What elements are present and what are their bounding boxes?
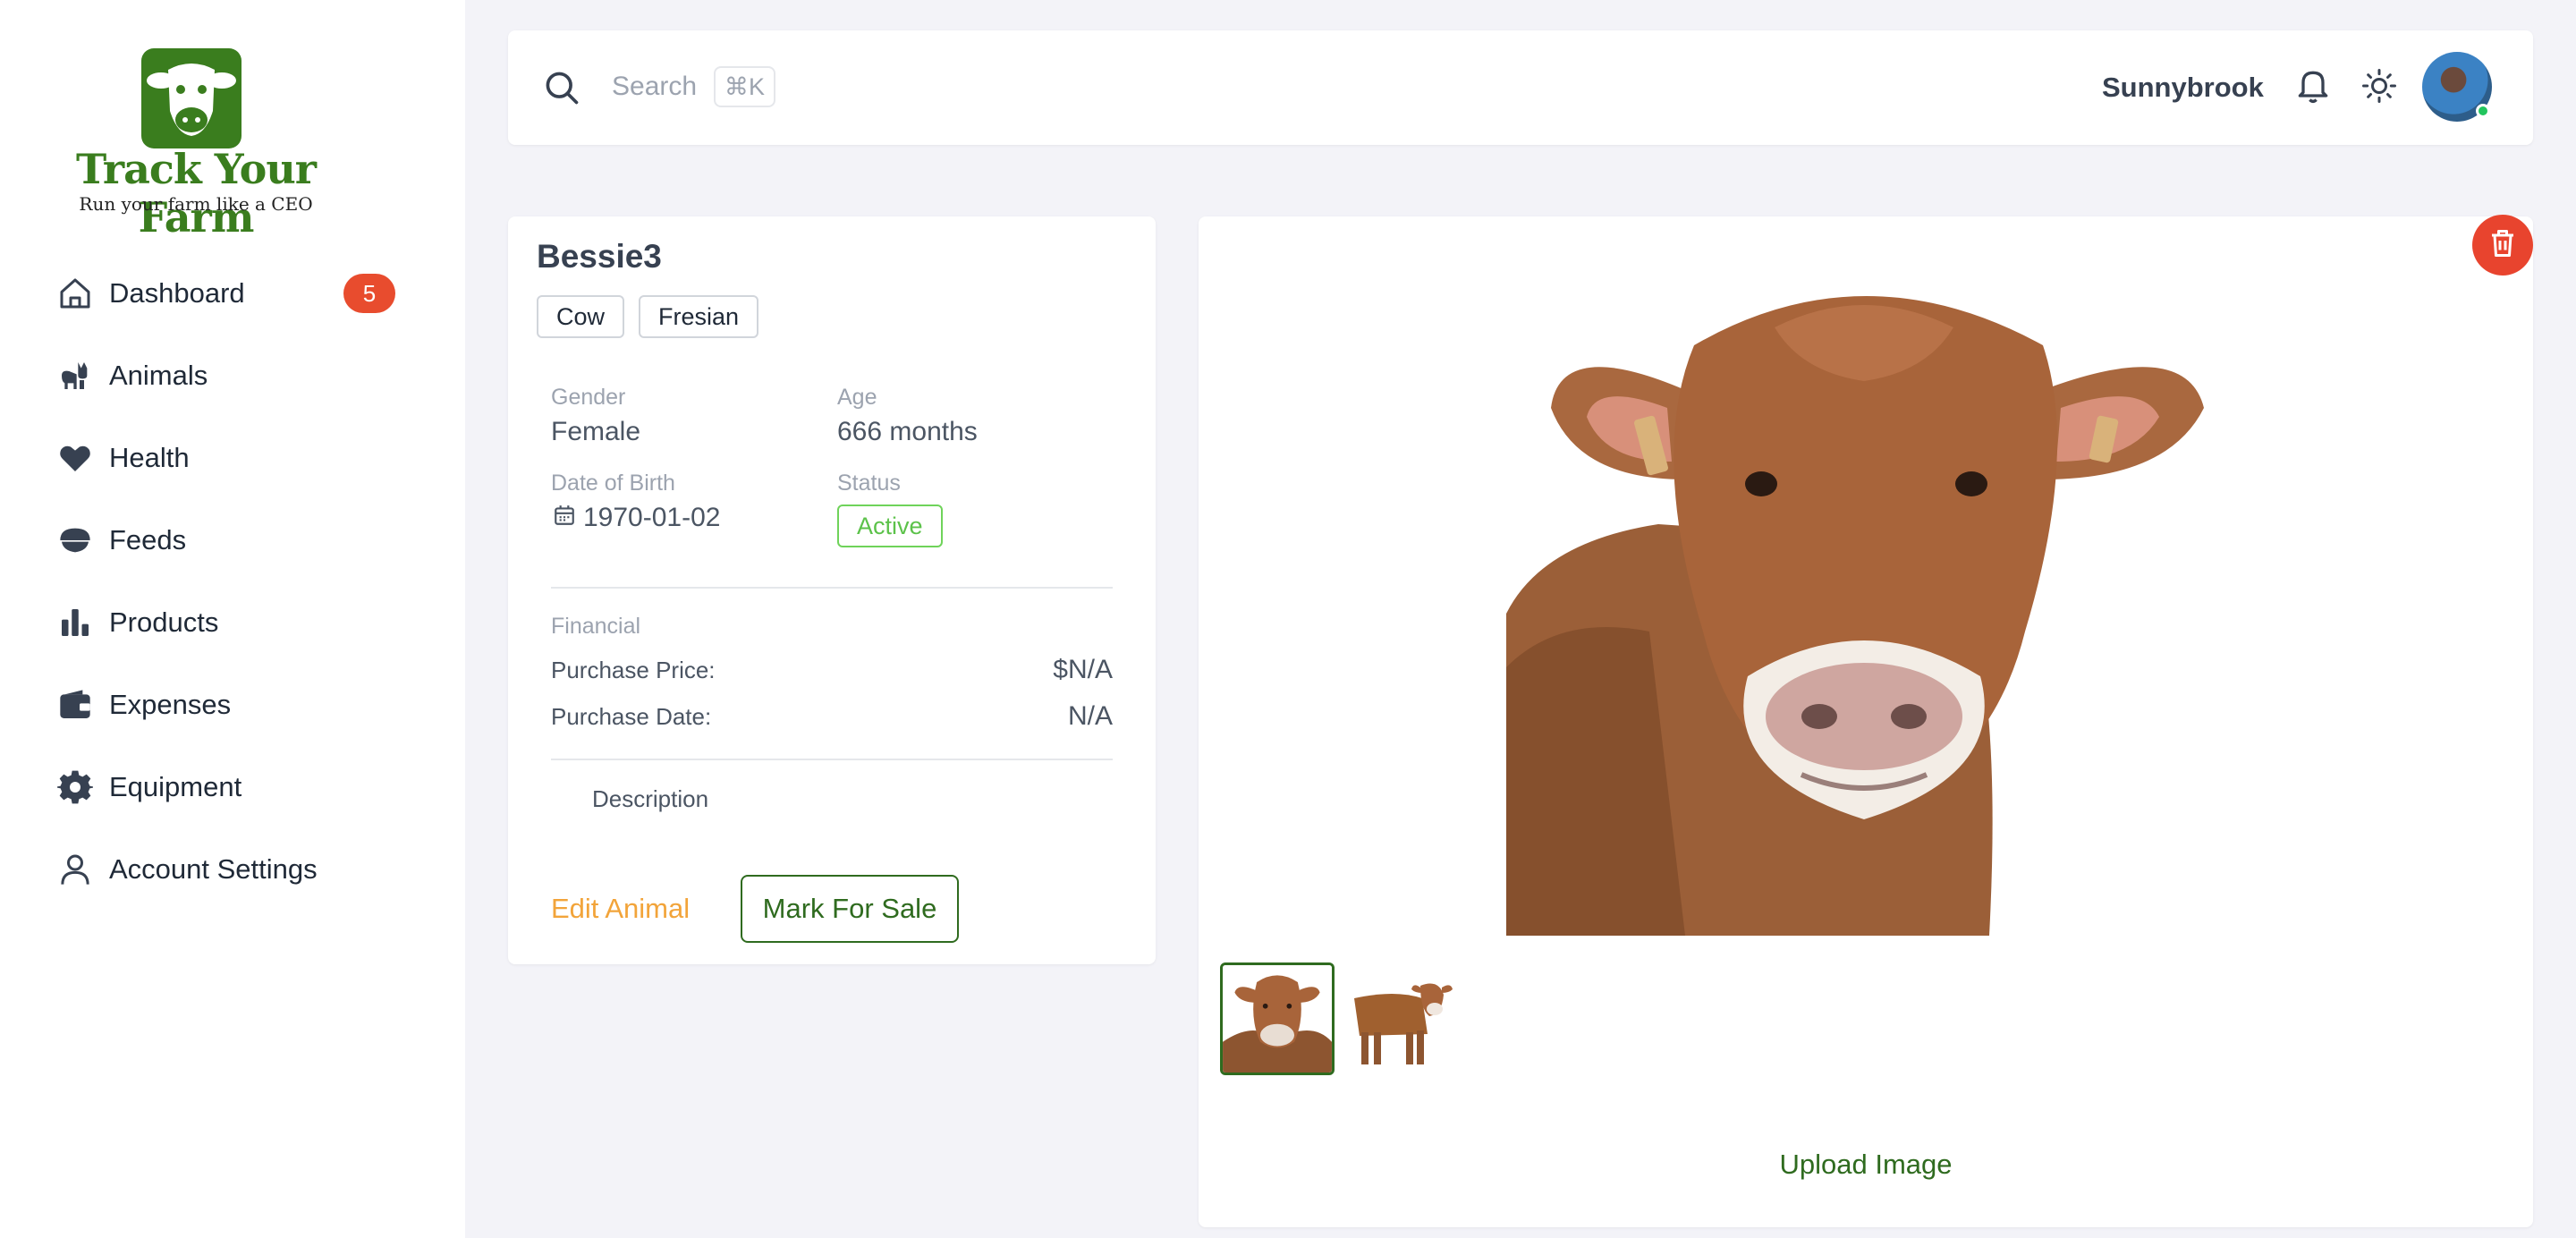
sidebar-item-label: Feeds: [109, 524, 187, 555]
sidebar-item-label: Dashboard: [109, 277, 245, 309]
sidebar-item-label: Account Settings: [109, 853, 318, 885]
sidebar-item-animals[interactable]: Animals: [54, 335, 411, 417]
top-bar: Search ⌘K Sunnybrook: [508, 30, 2533, 145]
online-status-dot: [2476, 104, 2490, 118]
search-shortcut: ⌘K: [714, 66, 776, 107]
gender-label: Gender: [551, 385, 626, 410]
animal-name: Bessie3: [537, 238, 662, 275]
sidebar-item-label: Products: [109, 606, 219, 638]
sidebar-item-label: Animals: [109, 360, 208, 391]
animal-main-image: [1506, 274, 2233, 936]
financial-heading: Financial: [551, 614, 641, 639]
gender-value: Female: [551, 417, 641, 446]
status-badge: Active: [837, 505, 943, 547]
bar-chart-icon: [54, 601, 97, 644]
status-label: Status: [837, 471, 901, 496]
sidebar-item-dashboard[interactable]: Dashboard 5: [54, 252, 411, 335]
delete-image-button[interactable]: [2472, 215, 2533, 276]
sidebar-item-account-settings[interactable]: Account Settings: [54, 828, 411, 911]
sidebar-item-feeds[interactable]: Feeds: [54, 499, 411, 581]
age-value: 666 months: [837, 417, 978, 446]
gear-icon: [54, 766, 97, 809]
wallet-icon: [54, 683, 97, 726]
dob-label: Date of Birth: [551, 471, 675, 496]
sidebar-item-products[interactable]: Products: [54, 581, 411, 664]
avatar[interactable]: [2422, 52, 2492, 122]
sidebar-item-equipment[interactable]: Equipment: [54, 746, 411, 828]
image-thumbnail[interactable]: [1220, 962, 1335, 1075]
animal-image-card: Upload Image: [1199, 215, 2533, 1227]
user-icon: [54, 848, 97, 891]
sidebar-item-expenses[interactable]: Expenses: [54, 664, 411, 746]
purchase-date-label: Purchase Date:: [551, 703, 712, 730]
upload-image-button[interactable]: Upload Image: [1199, 1149, 2533, 1181]
cat-icon: [54, 354, 97, 397]
tag-breed: Fresian: [639, 295, 759, 338]
home-icon: [54, 272, 97, 315]
image-thumbnail[interactable]: [1342, 962, 1456, 1075]
sidebar-item-label: Health: [109, 442, 190, 473]
calendar-icon: [553, 503, 576, 532]
farm-name[interactable]: Sunnybrook: [2102, 72, 2264, 104]
cow-logo-icon: [141, 48, 242, 148]
search-input[interactable]: Search: [612, 72, 697, 102]
sidebar-item-label: Expenses: [109, 689, 232, 720]
tag-species: Cow: [537, 295, 625, 338]
logo[interactable]: Track Your Farm Run your farm like a CEO: [39, 48, 352, 242]
purchase-price-value: $N/A: [1053, 655, 1113, 684]
sidebar-item-label: Equipment: [109, 771, 242, 802]
feed-bowl-icon: [54, 519, 97, 562]
edit-animal-button[interactable]: Edit Animal: [551, 893, 690, 925]
animal-details-card: Bessie3 Cow Fresian Gender Female Age 66…: [508, 216, 1156, 964]
sidebar-item-health[interactable]: Health: [54, 417, 411, 499]
sidebar-nav: Dashboard 5 Animals Health Feeds Product…: [54, 252, 411, 911]
mark-for-sale-button[interactable]: Mark For Sale: [741, 875, 959, 943]
search-icon[interactable]: [542, 68, 581, 112]
age-label: Age: [837, 385, 877, 410]
sidebar: Track Your Farm Run your farm like a CEO…: [0, 0, 465, 1238]
sun-icon[interactable]: [2361, 68, 2397, 108]
divider: [551, 759, 1113, 760]
heart-icon: [54, 437, 97, 479]
bell-icon[interactable]: [2293, 66, 2333, 110]
divider: [551, 587, 1113, 589]
purchase-date-value: N/A: [1067, 701, 1113, 731]
dob-value: 1970-01-02: [583, 503, 721, 532]
purchase-price-label: Purchase Price:: [551, 657, 716, 683]
description-label: Description: [592, 785, 709, 812]
notification-badge: 5: [343, 274, 395, 313]
brand-subtitle: Run your farm like a CEO: [79, 193, 313, 215]
trash-icon: [2487, 227, 2519, 264]
